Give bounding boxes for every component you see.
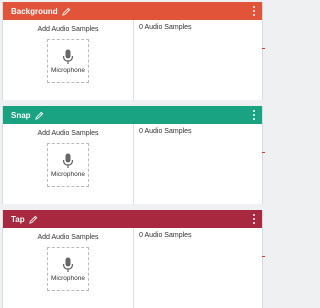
samples-count: 0 Audio Samples <box>139 24 192 31</box>
microphone-label: Microphone <box>51 274 85 282</box>
more-vert-icon[interactable] <box>252 213 256 225</box>
samples-panel: 0 Audio Samples <box>134 124 262 204</box>
class-card-tap: Tap Add Audio Samples Microphone 0 Audio… <box>2 210 263 308</box>
samples-panel: 0 Audio Samples <box>134 20 262 100</box>
class-title[interactable]: Tap <box>11 215 25 224</box>
class-card-background: Background Add Audio Samples Microphone … <box>2 2 263 100</box>
edge-connector <box>262 48 265 49</box>
samples-count: 0 Audio Samples <box>139 128 192 135</box>
more-vert-icon[interactable] <box>252 5 256 17</box>
add-audio-samples-label: Add Audio Samples <box>37 130 99 137</box>
microphone-button[interactable]: Microphone <box>47 247 89 291</box>
microphone-icon <box>62 153 74 168</box>
more-vert-icon[interactable] <box>252 109 256 121</box>
microphone-label: Microphone <box>51 170 85 178</box>
card-body: Add Audio Samples Microphone 0 Audio Sam… <box>3 124 262 204</box>
card-body: Add Audio Samples Microphone 0 Audio Sam… <box>3 20 262 100</box>
card-body: Add Audio Samples Microphone 0 Audio Sam… <box>3 228 262 308</box>
class-title[interactable]: Snap <box>11 111 31 120</box>
edge-connector <box>262 152 265 153</box>
card-header: Snap <box>3 106 262 124</box>
add-samples-panel: Add Audio Samples Microphone <box>3 20 134 100</box>
class-title[interactable]: Background <box>11 7 58 16</box>
microphone-icon <box>62 49 74 64</box>
edge-connector <box>262 256 265 257</box>
pencil-icon[interactable] <box>28 215 38 224</box>
add-audio-samples-label: Add Audio Samples <box>37 26 99 33</box>
pencil-icon[interactable] <box>61 7 71 16</box>
card-header: Background <box>3 2 262 20</box>
samples-panel: 0 Audio Samples <box>134 228 262 308</box>
samples-count: 0 Audio Samples <box>139 232 192 239</box>
class-card-snap: Snap Add Audio Samples Microphone 0 Audi… <box>2 106 263 204</box>
add-audio-samples-label: Add Audio Samples <box>37 234 99 241</box>
card-header: Tap <box>3 210 262 228</box>
add-samples-panel: Add Audio Samples Microphone <box>3 124 134 204</box>
microphone-label: Microphone <box>51 66 85 74</box>
microphone-button[interactable]: Microphone <box>47 143 89 187</box>
pencil-icon[interactable] <box>34 111 44 120</box>
add-samples-panel: Add Audio Samples Microphone <box>3 228 134 308</box>
microphone-icon <box>62 257 74 272</box>
microphone-button[interactable]: Microphone <box>47 39 89 83</box>
